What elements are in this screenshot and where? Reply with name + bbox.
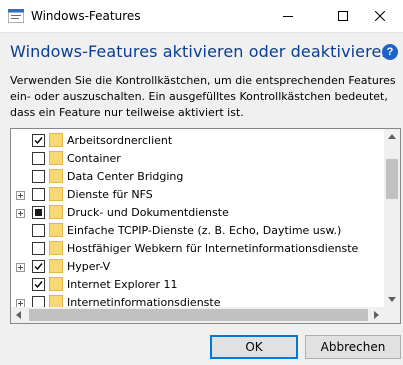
window-title: Windows-Features (31, 9, 141, 23)
maximize-icon (338, 11, 348, 21)
feature-row[interactable]: Hostfähiger Webkern für Internetinformat… (11, 240, 385, 258)
feature-row[interactable]: Internet Explorer 11 (11, 276, 385, 294)
feature-checkbox[interactable] (32, 278, 45, 291)
scroll-down-arrow-icon[interactable] (388, 297, 396, 302)
feature-checkbox[interactable] (32, 188, 45, 201)
checkmark-icon (34, 263, 43, 271)
folder-icon (49, 223, 63, 237)
feature-checkbox[interactable] (32, 224, 45, 237)
scroll-up-arrow-icon[interactable] (388, 134, 396, 139)
scroll-left-arrow-icon[interactable] (16, 311, 21, 319)
feature-row[interactable]: Arbeitsordnerclient (11, 132, 385, 150)
feature-row[interactable]: Dienste für NFS (11, 186, 385, 204)
page-heading: Windows-Features aktivieren oder deaktiv… (10, 42, 392, 61)
feature-checkbox[interactable] (32, 170, 45, 183)
feature-label: Dienste für NFS (67, 188, 153, 201)
folder-icon (49, 133, 63, 147)
feature-label: Druck- und Dokumentdienste (67, 206, 229, 219)
minimize-icon (283, 16, 293, 17)
help-icon[interactable]: ? (382, 44, 398, 60)
expand-plus-icon[interactable] (16, 209, 25, 218)
checkmark-icon (34, 137, 43, 145)
feature-checkbox[interactable] (32, 260, 45, 273)
scrollbar-corner (384, 307, 400, 323)
description-text: Verwenden Sie die Kontrollkästchen, um d… (10, 74, 396, 119)
feature-checkbox[interactable] (32, 152, 45, 165)
expand-plus-icon[interactable] (16, 191, 25, 200)
feature-checkbox[interactable] (32, 206, 45, 219)
feature-label: Arbeitsordnerclient (67, 134, 173, 147)
feature-row[interactable]: Druck- und Dokumentdienste (11, 204, 385, 222)
feature-label: Container (67, 152, 121, 165)
feature-label: Einfache TCPIP-Dienste (z. B. Echo, Dayt… (67, 224, 342, 237)
feature-row[interactable]: Hyper-V (11, 258, 385, 276)
feature-label: Internet Explorer 11 (67, 278, 178, 291)
folder-icon (49, 169, 63, 183)
folder-icon (49, 151, 63, 165)
horizontal-scrollbar[interactable] (11, 307, 384, 323)
vertical-scroll-thumb[interactable] (386, 159, 398, 199)
feature-checkbox[interactable] (32, 134, 45, 147)
close-button[interactable] (357, 0, 403, 32)
title-bar: Windows-Features (0, 0, 403, 33)
feature-tree[interactable]: Arbeitsordnerclient Container Data Center … (10, 128, 401, 324)
scroll-right-arrow-icon[interactable] (374, 311, 379, 319)
feature-row[interactable]: Container (11, 150, 385, 168)
feature-label: Hostfähiger Webkern für Internetinformat… (67, 242, 359, 255)
folder-icon (49, 277, 63, 291)
ok-button[interactable]: OK (210, 335, 298, 359)
feature-row[interactable]: Einfache TCPIP-Dienste (z. B. Echo, Dayt… (11, 222, 385, 240)
cancel-button[interactable]: Abbrechen (305, 335, 401, 359)
feature-row[interactable]: Data Center Bridging (11, 168, 385, 186)
folder-icon (49, 241, 63, 255)
folder-icon (49, 259, 63, 273)
close-icon (375, 11, 385, 21)
feature-checkbox[interactable] (32, 242, 45, 255)
feature-label: Hyper-V (67, 260, 111, 273)
horizontal-scroll-thumb[interactable] (29, 309, 368, 321)
folder-icon (49, 205, 63, 219)
folder-icon (49, 187, 63, 201)
checkmark-icon (34, 281, 43, 289)
minimize-button[interactable] (265, 0, 311, 32)
vertical-scrollbar[interactable] (384, 129, 400, 307)
feature-label: Data Center Bridging (67, 170, 184, 183)
expand-plus-icon[interactable] (16, 263, 25, 272)
windows-features-icon (7, 8, 25, 24)
